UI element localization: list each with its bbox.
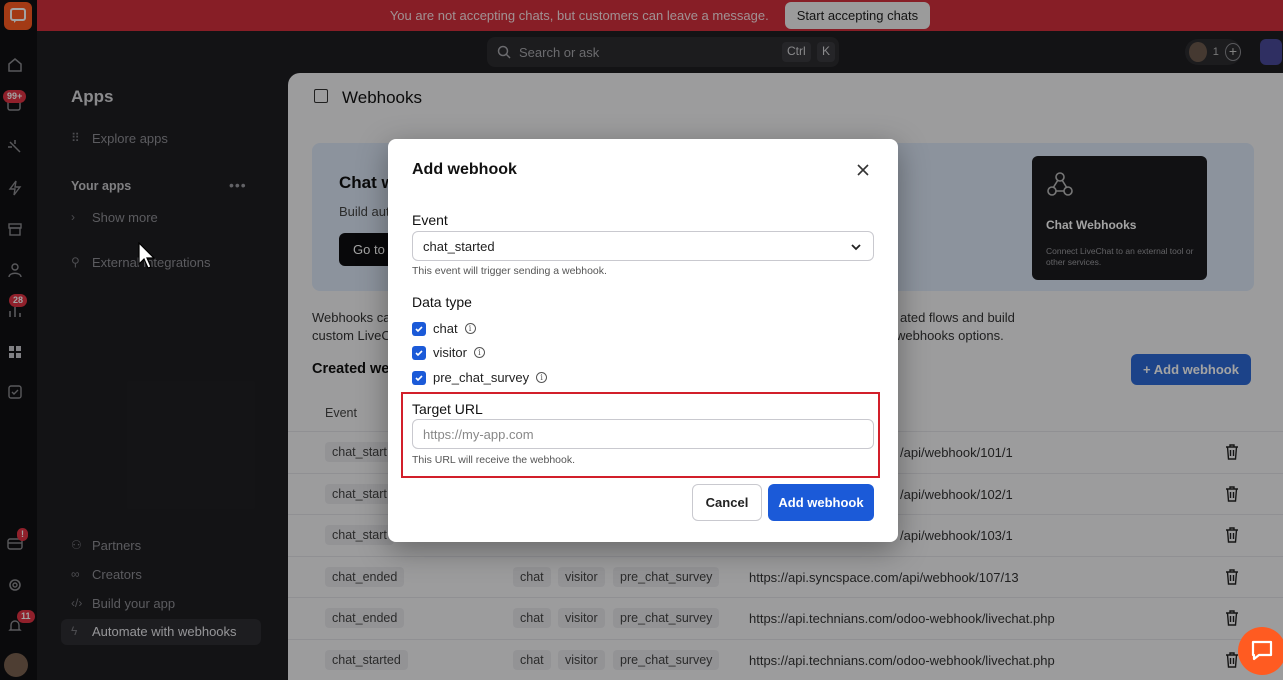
checkbox-checked-icon[interactable] <box>412 321 426 336</box>
datatype-chat-checkbox[interactable]: chat i <box>412 321 476 336</box>
modal-title: Add webhook <box>412 161 517 178</box>
target-url-hint: This URL will receive the webhook. <box>412 454 576 466</box>
chevron-down-icon <box>851 244 861 251</box>
info-icon[interactable]: i <box>473 347 485 358</box>
event-label: Event <box>412 212 448 228</box>
add-webhook-button[interactable]: Add webhook <box>768 484 874 521</box>
close-icon[interactable] <box>854 161 872 179</box>
event-select-value: chat_started <box>423 238 495 254</box>
checkbox-checked-icon[interactable] <box>412 370 426 385</box>
chat-widget-button[interactable] <box>1238 627 1283 675</box>
target-url-label: Target URL <box>412 401 483 417</box>
checkbox-label: chat <box>433 321 458 336</box>
add-webhook-modal: Add webhook Event chat_started This even… <box>388 139 898 542</box>
datatype-visitor-checkbox[interactable]: visitor i <box>412 345 485 360</box>
target-url-input[interactable] <box>412 419 874 449</box>
chat-bubble-icon <box>1251 640 1273 661</box>
event-select[interactable]: chat_started <box>412 231 874 261</box>
info-icon[interactable]: i <box>536 372 548 383</box>
checkbox-label: pre_chat_survey <box>433 370 530 385</box>
event-hint: This event will trigger sending a webhoo… <box>412 265 607 277</box>
checkbox-checked-icon[interactable] <box>412 345 426 360</box>
info-icon[interactable]: i <box>464 323 476 334</box>
datatype-prechat-checkbox[interactable]: pre_chat_survey i <box>412 370 548 385</box>
mouse-cursor-icon <box>138 242 156 269</box>
cancel-button[interactable]: Cancel <box>692 484 762 521</box>
datatype-label: Data type <box>412 294 472 310</box>
checkbox-label: visitor <box>433 345 467 360</box>
